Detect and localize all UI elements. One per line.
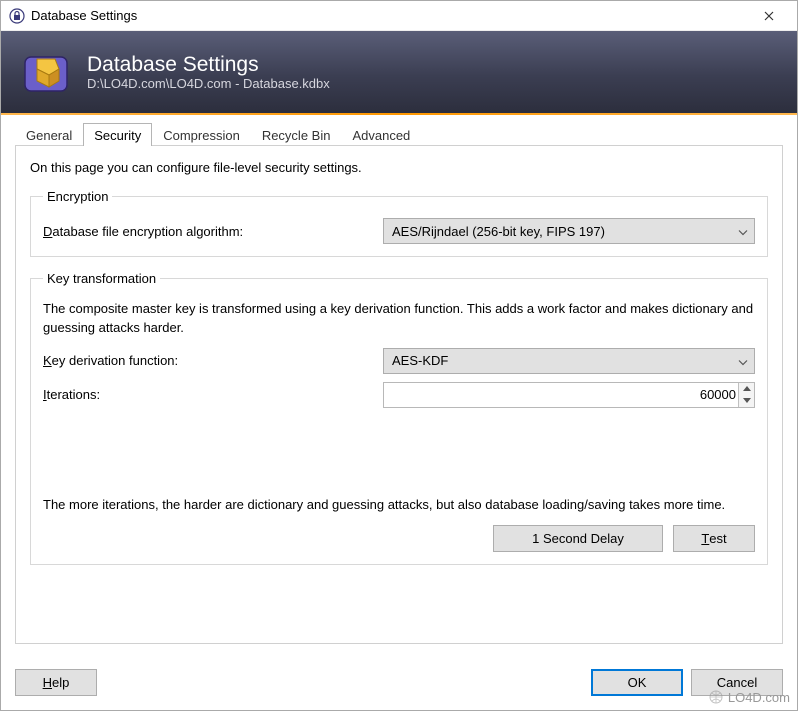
tab-advanced[interactable]: Advanced xyxy=(341,123,421,146)
tab-strip: General Security Compression Recycle Bin… xyxy=(15,123,783,146)
triangle-down-icon xyxy=(743,398,751,403)
iterations-input[interactable]: 60000 xyxy=(383,382,755,408)
spin-down-button[interactable] xyxy=(739,395,754,407)
lock-icon xyxy=(9,8,25,24)
group-key-transformation-legend: Key transformation xyxy=(43,271,160,286)
cancel-button[interactable]: Cancel xyxy=(691,669,783,696)
banner-subtitle: D:\LO4D.com\LO4D.com - Database.kdbx xyxy=(87,76,330,91)
spin-up-button[interactable] xyxy=(739,383,754,395)
close-icon xyxy=(764,11,774,21)
page-intro: On this page you can configure file-leve… xyxy=(30,160,768,175)
tab-recycle-bin[interactable]: Recycle Bin xyxy=(251,123,342,146)
kdf-select[interactable]: AES-KDF xyxy=(383,348,755,374)
tab-security[interactable]: Security xyxy=(83,123,152,146)
group-encryption: Encryption Database file encryption algo… xyxy=(30,189,768,257)
iterations-value: 60000 xyxy=(700,387,736,402)
banner-title: Database Settings xyxy=(87,53,330,76)
iterations-label: Iterations: xyxy=(43,387,383,402)
kdf-label: Key derivation function: xyxy=(43,353,383,368)
group-encryption-legend: Encryption xyxy=(43,189,112,204)
ok-button[interactable]: OK xyxy=(591,669,683,696)
banner: Database Settings D:\LO4D.com\LO4D.com -… xyxy=(1,31,797,113)
kdf-value: AES-KDF xyxy=(392,353,448,368)
help-button[interactable]: Help xyxy=(15,669,97,696)
encryption-algorithm-select[interactable]: AES/Rijndael (256-bit key, FIPS 197) xyxy=(383,218,755,244)
chevron-down-icon xyxy=(738,353,748,368)
test-button[interactable]: Test xyxy=(673,525,755,552)
tab-general[interactable]: General xyxy=(15,123,83,146)
chevron-down-icon xyxy=(738,224,748,239)
kdf-description: The composite master key is transformed … xyxy=(43,300,755,338)
group-key-transformation: Key transformation The composite master … xyxy=(30,271,768,565)
window-title: Database Settings xyxy=(31,8,137,23)
one-second-delay-button[interactable]: 1 Second Delay xyxy=(493,525,663,552)
iterations-note: The more iterations, the harder are dict… xyxy=(43,496,755,515)
close-button[interactable] xyxy=(749,2,789,30)
package-icon xyxy=(19,45,73,99)
encryption-algorithm-label: Database file encryption algorithm: xyxy=(43,224,383,239)
triangle-up-icon xyxy=(743,386,751,391)
encryption-algorithm-value: AES/Rijndael (256-bit key, FIPS 197) xyxy=(392,224,605,239)
accent-bar xyxy=(1,113,797,115)
tab-panel-security: On this page you can configure file-leve… xyxy=(15,145,783,644)
tab-compression[interactable]: Compression xyxy=(152,123,251,146)
